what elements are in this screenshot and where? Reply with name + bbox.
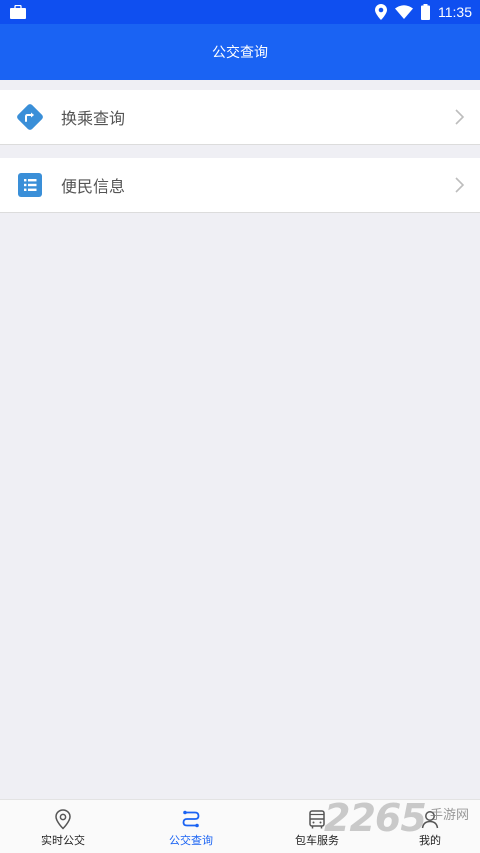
route-icon <box>182 810 200 828</box>
transfer-route-icon <box>15 102 45 132</box>
nav-tab-charter-service[interactable]: 包车服务 <box>257 800 377 853</box>
wifi-icon <box>395 5 413 19</box>
nav-tab-bus-query[interactable]: 公交查询 <box>131 800 251 853</box>
menu-item-label: 换乘查询 <box>61 109 126 128</box>
battery-icon <box>421 4 430 20</box>
list-info-icon <box>15 170 45 200</box>
nav-label: 实时公交 <box>41 834 85 847</box>
status-time: 11:35 <box>438 4 472 20</box>
nav-tab-realtime-bus[interactable]: 实时公交 <box>3 800 123 853</box>
menu-item-convenience-info[interactable]: 便民信息 <box>0 158 480 213</box>
menu-item-label: 便民信息 <box>61 177 126 196</box>
person-icon <box>421 811 439 829</box>
bag-icon <box>10 5 26 19</box>
bottom-nav: 实时公交 公交查询 包车服务 我的 <box>0 799 480 853</box>
nav-tab-mine[interactable]: 我的 <box>370 800 480 853</box>
app-bar: 公交查询 <box>0 24 480 80</box>
location-pin-icon <box>55 809 71 830</box>
location-icon <box>375 4 387 20</box>
chevron-right-icon <box>455 109 465 125</box>
menu-item-transfer-query[interactable]: 换乘查询 <box>0 90 480 145</box>
page-title: 公交查询 <box>212 45 268 61</box>
bus-icon <box>309 810 325 829</box>
nav-label: 我的 <box>419 834 441 847</box>
nav-label: 包车服务 <box>295 834 339 847</box>
chevron-right-icon <box>455 177 465 193</box>
nav-label: 公交查询 <box>169 834 213 847</box>
status-bar: 11:35 <box>0 0 480 24</box>
